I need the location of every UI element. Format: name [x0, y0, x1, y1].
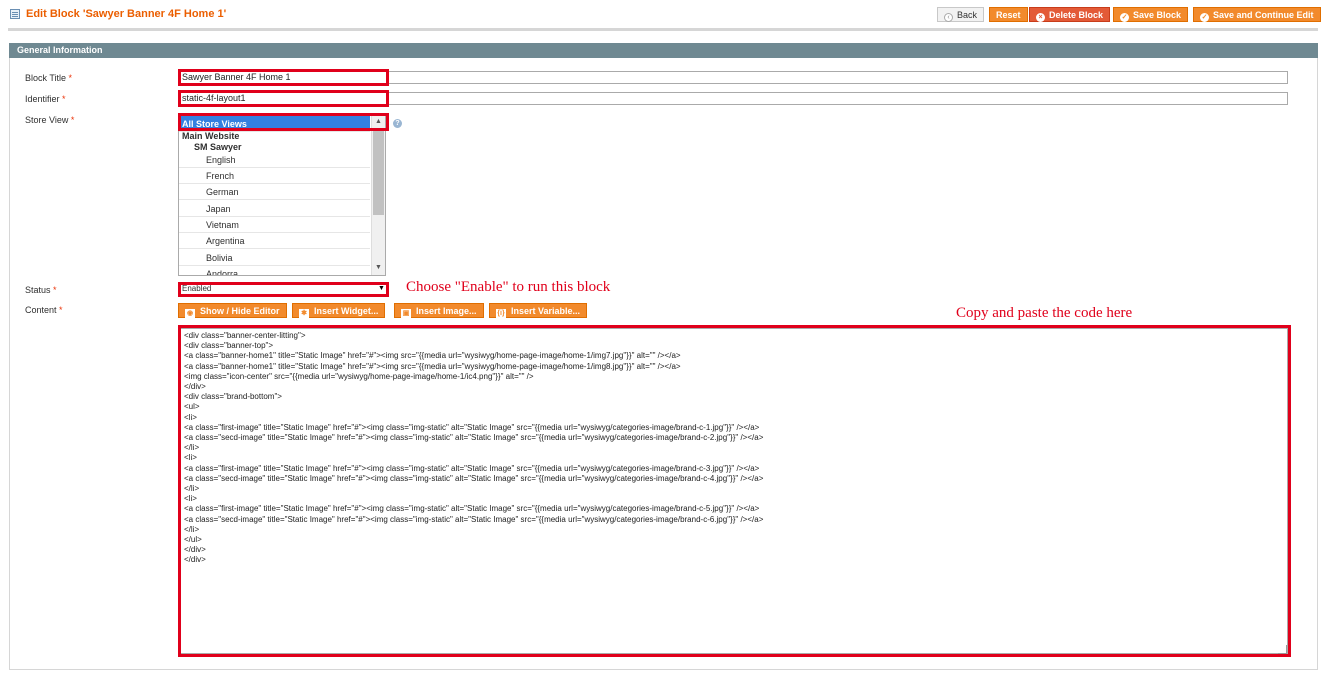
- reset-label: Reset: [996, 10, 1021, 20]
- store-view-group-website: Main Website: [182, 131, 240, 141]
- delete-icon: ×: [1036, 13, 1045, 22]
- store-view-label: Store View *: [25, 115, 75, 125]
- store-view-group-store: SM Sawyer: [194, 142, 242, 152]
- store-view-option[interactable]: Vietnam: [179, 217, 370, 233]
- check-icon: ✓: [1120, 13, 1129, 22]
- store-view-option[interactable]: Argentina: [179, 233, 370, 249]
- store-view-option[interactable]: Andorra: [179, 266, 370, 275]
- back-label: Back: [957, 10, 978, 20]
- status-annotation: Choose "Enable" to run this block: [406, 279, 611, 295]
- insert-widget-button[interactable]: ✱ Insert Widget...: [292, 303, 386, 318]
- store-view-option[interactable]: English: [179, 152, 370, 168]
- back-icon: ‹: [944, 13, 953, 22]
- insert-variable-button[interactable]: {i} Insert Variable...: [489, 303, 588, 318]
- block-title-highlight: [178, 69, 389, 86]
- delete-block-button[interactable]: × Delete Block: [1029, 7, 1111, 22]
- status-highlight: [178, 282, 389, 297]
- store-view-option[interactable]: German: [179, 184, 370, 200]
- content-annotation: Copy and paste the code here: [956, 305, 1133, 321]
- back-button[interactable]: ‹ Back: [937, 7, 985, 22]
- store-view-option[interactable]: Japan: [179, 201, 370, 217]
- show-hide-editor-button[interactable]: ◉ Show / Hide Editor: [178, 303, 287, 318]
- reset-button[interactable]: Reset: [989, 7, 1028, 22]
- help-icon[interactable]: ?: [393, 119, 402, 128]
- store-view-multiselect[interactable]: All Store Views Main Website SM Sawyer E…: [178, 115, 386, 276]
- delete-label: Delete Block: [1049, 10, 1104, 20]
- variable-icon: {i}: [496, 309, 506, 318]
- identifier-highlight: [178, 90, 389, 107]
- store-view-highlight: [178, 113, 389, 131]
- image-icon: ▣: [401, 309, 411, 318]
- save-continue-label: Save and Continue Edit: [1213, 10, 1314, 20]
- save-continue-button[interactable]: ✓ Save and Continue Edit: [1193, 7, 1321, 22]
- page-icon: [10, 9, 20, 19]
- eye-icon: ◉: [185, 309, 195, 318]
- store-view-scrollbar[interactable]: ▲ ▼: [371, 116, 385, 275]
- status-label: Status *: [25, 285, 57, 295]
- content-label: Content *: [25, 305, 63, 315]
- scrollbar-thumb[interactable]: [373, 129, 384, 215]
- identifier-label: Identifier *: [25, 94, 66, 104]
- insert-image-button[interactable]: ▣ Insert Image...: [394, 303, 484, 318]
- scroll-down-icon[interactable]: ▼: [375, 264, 382, 271]
- page-header: Edit Block 'Sawyer Banner 4F Home 1' ‹ Ba…: [0, 0, 1330, 28]
- check-icon: ✓: [1200, 13, 1209, 22]
- store-view-option[interactable]: French: [179, 168, 370, 184]
- save-label: Save Block: [1133, 10, 1182, 20]
- header-divider: [8, 28, 1318, 31]
- save-block-button[interactable]: ✓ Save Block: [1113, 7, 1189, 22]
- widget-icon: ✱: [299, 309, 309, 318]
- store-view-option[interactable]: Bolivia: [179, 250, 370, 266]
- block-title-label: Block Title *: [25, 73, 73, 83]
- content-highlight: [178, 325, 1291, 657]
- section-title: General Information: [9, 43, 1318, 58]
- page-title: Edit Block 'Sawyer Banner 4F Home 1': [26, 8, 227, 20]
